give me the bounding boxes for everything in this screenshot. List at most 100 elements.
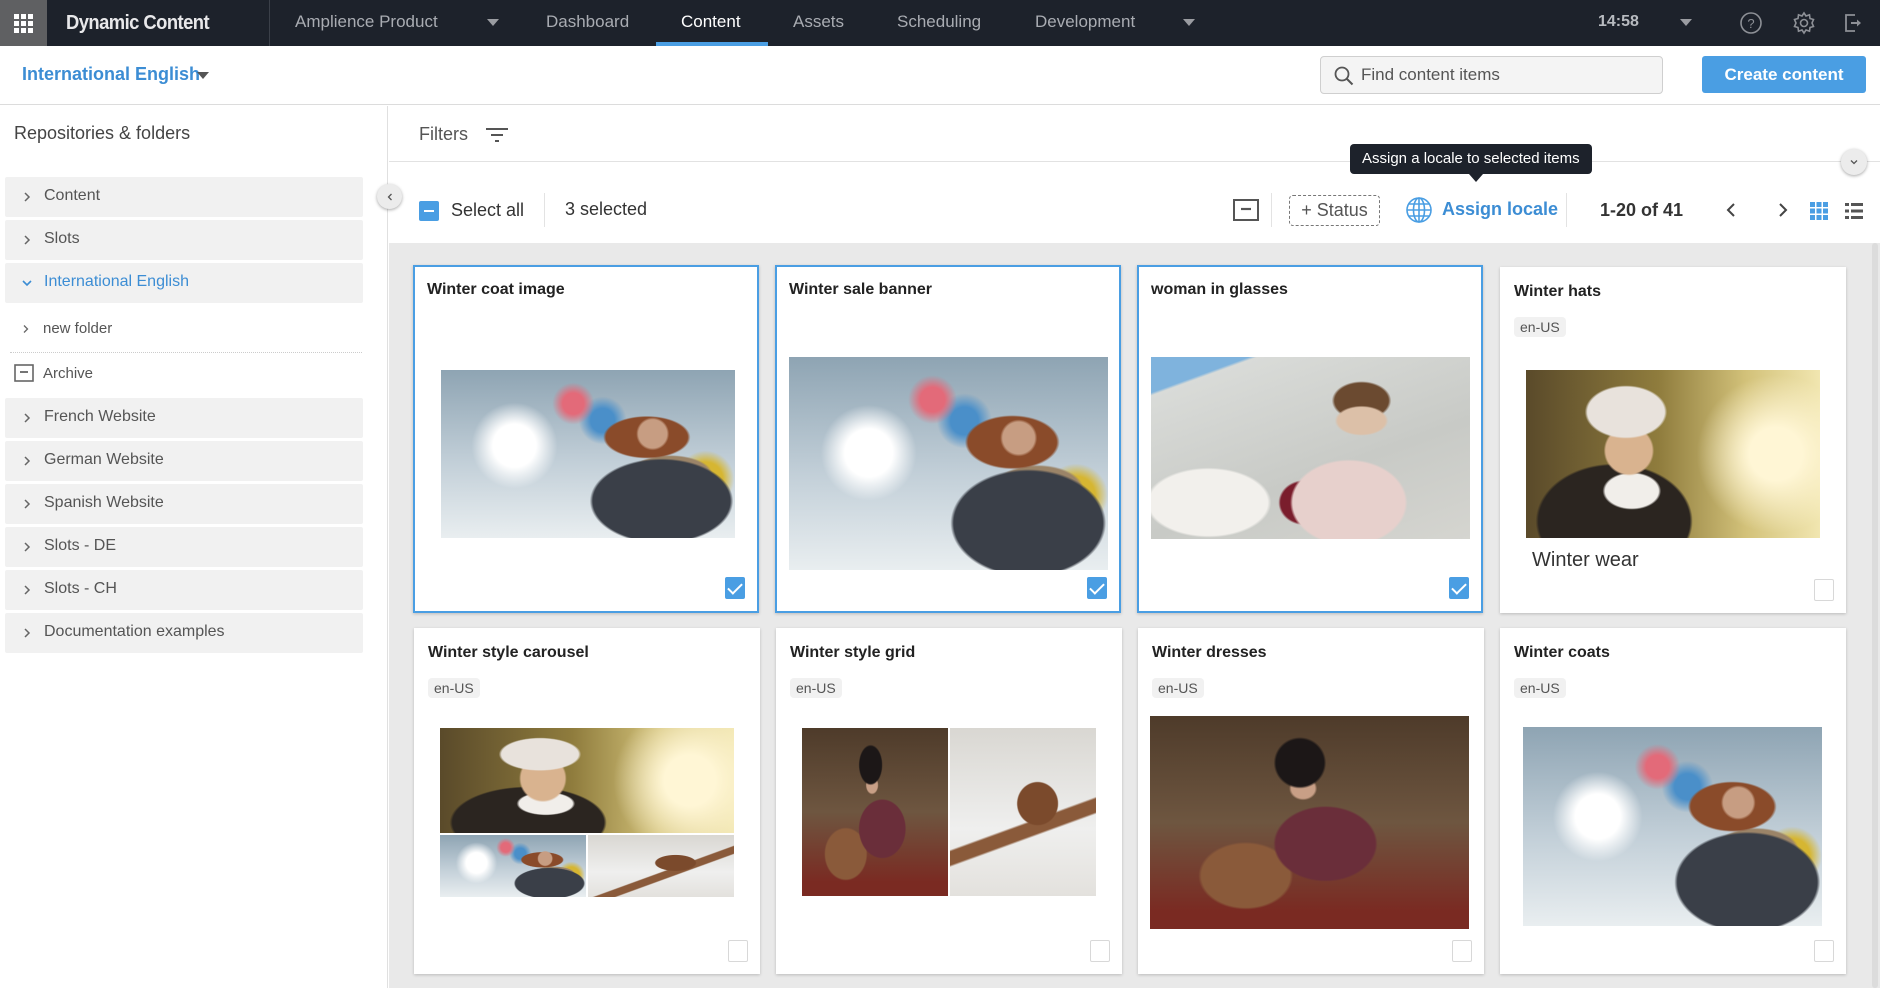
grid-scrollbar[interactable] [1872,243,1878,988]
filters-bar: Filters [389,106,1880,162]
sidebar-item-french-website[interactable]: French Website [5,398,363,438]
help-icon[interactable]: ? [1738,10,1764,36]
tab-assets[interactable]: Assets [793,0,844,46]
chevron-right-icon [24,585,31,595]
card-title: Winter style carousel [428,644,589,661]
brand-logo: Dynamic Content [66,12,210,34]
card-title: woman in glasses [1151,281,1288,298]
archive-icon [14,364,34,382]
card-thumbnail [441,370,735,538]
card-checkbox[interactable] [1452,940,1472,962]
chevron-right-icon [24,499,31,509]
chevron-right-icon [24,192,31,202]
content-card[interactable]: Winter style carousel en-US [414,628,760,974]
add-status-button[interactable]: + Status [1289,195,1380,226]
content-card[interactable]: woman in glasses [1137,265,1483,613]
settings-gear-icon[interactable] [1791,10,1817,36]
card-thumbnail [802,728,1096,896]
chevron-down-icon [1850,160,1858,165]
collapse-sidebar-button[interactable] [377,184,402,209]
sidebar-item-content[interactable]: Content [5,177,363,217]
search-icon [1334,66,1354,86]
locale-chevron-down-icon[interactable] [197,72,209,79]
create-content-button[interactable]: Create content [1702,56,1866,93]
content-card[interactable]: Winter coat image [413,265,759,613]
locale-selector[interactable]: International English [22,64,200,85]
divider [1271,193,1272,227]
sidebar-item-label: Slots - DE [44,537,117,554]
card-thumbnail [1151,357,1470,539]
tab-content[interactable]: Content [681,0,741,46]
tab-dashboard[interactable]: Dashboard [546,0,629,46]
tab-scheduling[interactable]: Scheduling [897,0,981,46]
sidebar-item-slots-de[interactable]: Slots - DE [5,527,363,567]
card-title: Winter hats [1514,283,1601,300]
chevron-down-icon[interactable] [487,19,499,26]
search-input[interactable] [1361,57,1656,93]
card-checkbox[interactable] [725,577,745,599]
card-thumbnail [1526,370,1820,538]
sidebar-item-label: French Website [44,408,156,425]
card-checkbox[interactable] [1449,577,1469,599]
card-checkbox[interactable] [1090,940,1110,962]
divider [10,352,362,353]
tab-development[interactable]: Development [1035,0,1135,46]
chevron-right-icon [24,413,31,423]
sidebar-item-label: Slots - CH [44,580,117,597]
card-checkbox[interactable] [1087,577,1107,599]
content-grid: Winter coat image Winter sale banner wom… [389,243,1880,988]
sidebar-subfolder-new-folder[interactable]: new folder [5,310,363,348]
content-card[interactable]: Winter style grid en-US [776,628,1122,974]
sidebar-title: Repositories & folders [14,123,191,143]
logout-icon[interactable] [1840,10,1866,36]
sidebar-item-documentation-examples[interactable]: Documentation examples [5,613,363,653]
locale-badge: en-US [1514,317,1566,337]
content-card[interactable]: Winter sale banner [775,265,1121,613]
card-checkbox[interactable] [728,940,748,962]
search-box[interactable] [1320,56,1663,94]
select-all-checkbox[interactable] [419,201,439,221]
filters-button[interactable]: Filters [419,124,468,145]
card-caption: Winter wear [1532,549,1639,571]
filter-icon[interactable] [484,124,510,146]
card-title: Winter coats [1514,644,1610,661]
card-checkbox[interactable] [1814,579,1834,601]
card-checkbox[interactable] [1814,940,1834,962]
archive-icon[interactable] [1233,199,1259,221]
top-navigation-bar: Dynamic Content Amplience Product Dashbo… [0,0,1880,46]
sidebar-item-slots-ch[interactable]: Slots - CH [5,570,363,610]
apps-menu-button[interactable] [0,0,47,46]
select-all-label[interactable]: Select all [451,200,524,221]
divider [1566,193,1567,227]
sidebar-archive[interactable]: Archive [5,357,363,391]
main-panel: Filters Select all 3 selected + Status A… [389,106,1880,988]
more-tabs-chevron-icon[interactable] [1183,19,1195,26]
list-view-icon[interactable] [1844,201,1864,221]
selected-count: 3 selected [565,199,648,219]
expand-filters-button[interactable] [1841,149,1867,175]
locale-badge: en-US [1514,678,1566,698]
pagination-range: 1-20 of 41 [1600,200,1684,220]
hub-selector[interactable]: Amplience Product [295,0,438,46]
assign-locale-label: Assign locale [1442,199,1559,219]
sidebar-item-international-english[interactable]: International English [5,263,363,303]
card-title: Winter coat image [427,281,565,298]
clock: 14:58 [1598,13,1639,30]
timezone-chevron-icon[interactable] [1680,19,1692,26]
card-thumbnail [440,728,734,897]
sidebar-item-spanish-website[interactable]: Spanish Website [5,484,363,524]
previous-page-icon[interactable] [1723,201,1741,219]
sidebar: Repositories & folders Content Slots Int… [0,106,388,988]
chevron-left-icon [387,193,392,200]
grid-view-icon[interactable] [1809,201,1829,221]
content-card[interactable]: Winter coats en-US [1500,628,1846,974]
sidebar-item-german-website[interactable]: German Website [5,441,363,481]
sidebar-item-slots[interactable]: Slots [5,220,363,260]
sidebar-item-label: Content [44,187,101,204]
content-card[interactable]: Winter hats en-US Winter wear [1500,267,1846,613]
content-card[interactable]: Winter dresses en-US [1138,628,1484,974]
chevron-right-icon [24,456,31,466]
next-page-icon[interactable] [1773,201,1791,219]
assign-locale-tooltip: Assign a locale to selected items [1350,144,1592,182]
sidebar-item-label: International English [44,273,189,290]
